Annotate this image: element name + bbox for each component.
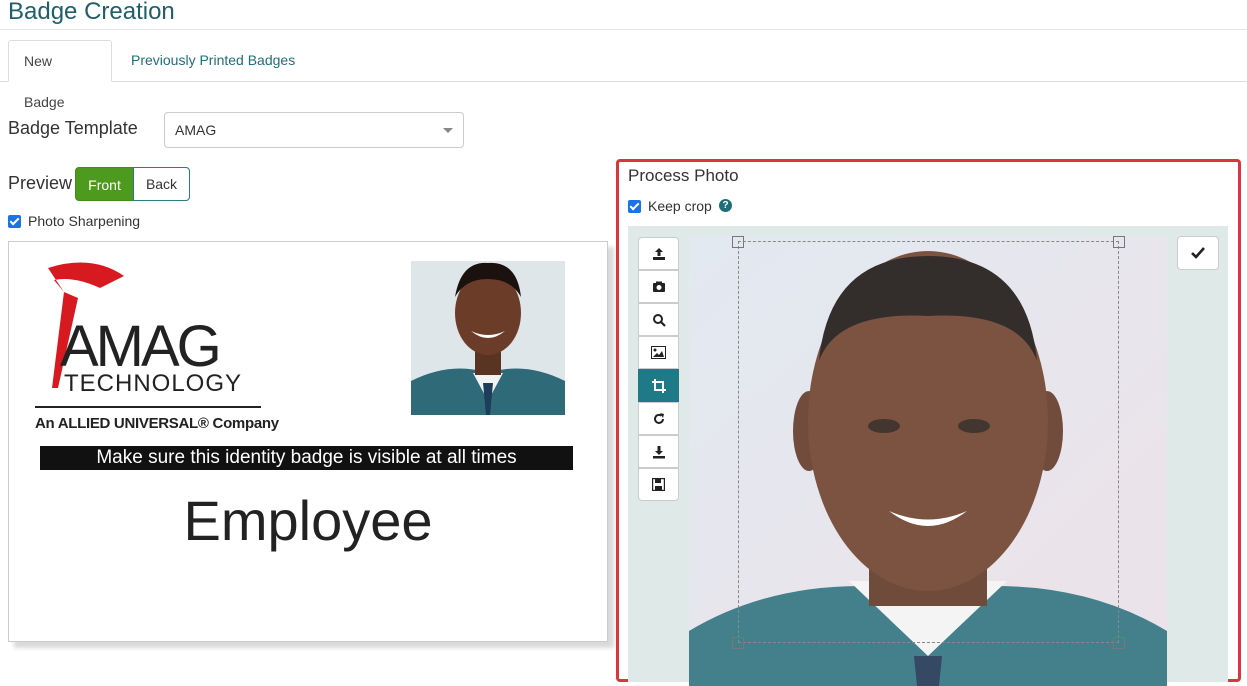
rotate-icon[interactable] (638, 402, 679, 435)
help-icon[interactable]: ? (719, 199, 732, 212)
confirm-crop-button[interactable] (1177, 236, 1219, 270)
crop-handle-top-right[interactable] (1113, 236, 1125, 248)
back-button[interactable]: Back (133, 167, 190, 201)
badge-template-label: Badge Template (8, 118, 138, 138)
title-divider (0, 29, 1247, 30)
amag-logo: AMAG TECHNOLOGY (35, 262, 261, 408)
search-icon[interactable] (638, 303, 679, 336)
badge-role: Employee (183, 489, 433, 552)
photo-sharpening-label: Photo Sharpening (28, 213, 141, 229)
badge-photo (411, 261, 565, 415)
keep-crop-label: Keep crop (648, 198, 712, 214)
crop-box[interactable] (738, 241, 1119, 643)
logo-technology-text: TECHNOLOGY (64, 370, 242, 397)
tabs-divider (0, 81, 1247, 82)
image-icon[interactable] (638, 336, 679, 369)
keep-crop-checkbox[interactable] (628, 200, 641, 213)
preview-label: Preview (8, 173, 73, 193)
badge-template-value: AMAG (175, 122, 217, 138)
camera-icon[interactable] (638, 270, 679, 303)
chevron-down-icon (443, 128, 453, 133)
photo-sharpening-checkbox[interactable] (8, 215, 21, 228)
badge-tagline: An ALLIED UNIVERSAL® Company (35, 415, 279, 432)
upload-icon[interactable] (638, 237, 679, 270)
badge-banner: Make sure this identity badge is visible… (40, 446, 573, 470)
tab-new-badge[interactable]: New Badge (8, 40, 112, 110)
download-icon[interactable] (638, 435, 679, 468)
process-photo-title: Process Photo (628, 166, 739, 185)
crop-handle-top-left[interactable] (732, 236, 744, 248)
crop-handle-bottom-left[interactable] (732, 637, 744, 649)
crop-handle-bottom-right[interactable] (1113, 637, 1125, 649)
check-icon (1191, 247, 1205, 259)
front-button[interactable]: Front (75, 167, 134, 201)
save-icon[interactable] (638, 468, 679, 501)
crop-icon[interactable] (638, 369, 679, 402)
badge-template-select[interactable]: AMAG (164, 112, 464, 148)
page-title: Badge Creation (8, 0, 175, 25)
tab-previously-printed-badges[interactable]: Previously Printed Badges (116, 40, 310, 81)
